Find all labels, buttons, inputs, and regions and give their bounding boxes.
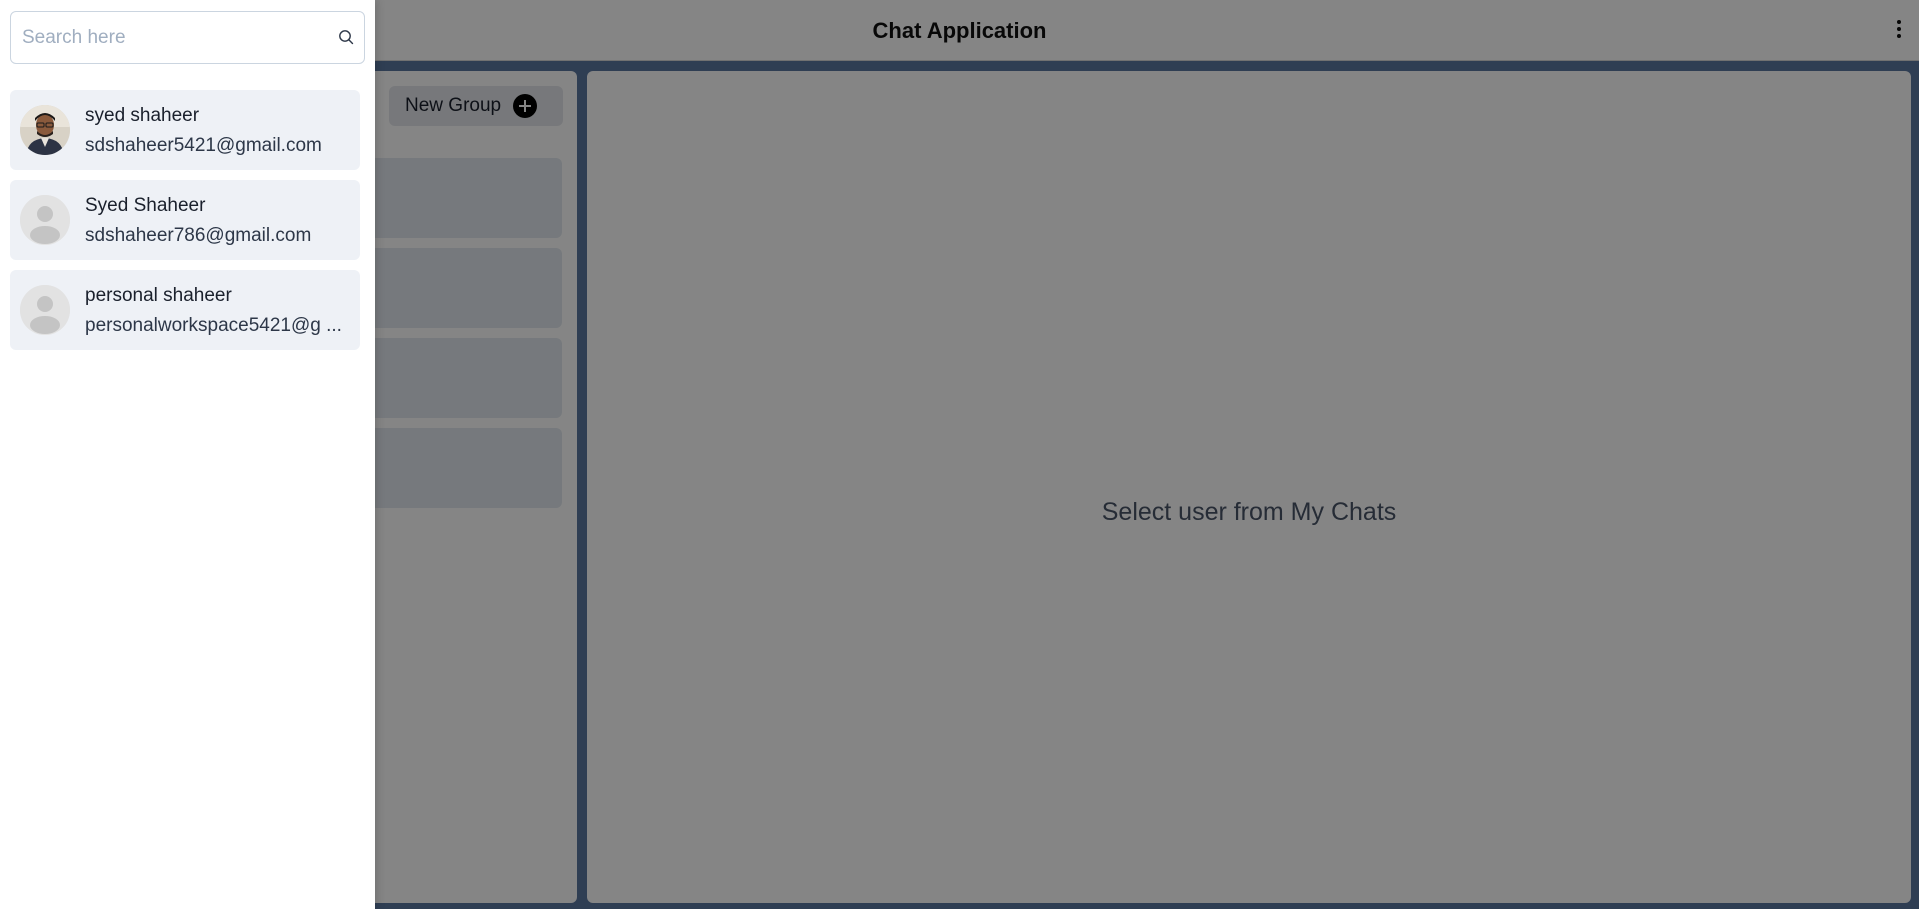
- user-name: personal shaheer: [85, 285, 232, 306]
- chat-app: Chat Application New Group Select user f…: [0, 0, 1919, 909]
- user-result-item[interactable]: personal shaheer personalworkspace5421@g…: [10, 270, 360, 350]
- search-box: [10, 11, 365, 64]
- user-email: personalworkspace5421@g ...: [85, 315, 342, 336]
- search-icon[interactable]: [338, 29, 354, 45]
- user-name: syed shaheer: [85, 105, 200, 126]
- default-user-icon: [20, 285, 70, 335]
- default-user-icon: [20, 195, 70, 245]
- user-result-item[interactable]: syed shaheer sdshaheer5421@gmail.com: [10, 90, 360, 170]
- search-input[interactable]: [11, 12, 321, 63]
- user-result-item[interactable]: Syed Shaheer sdshaheer786@gmail.com: [10, 180, 360, 260]
- user-avatar-photo: [20, 105, 70, 155]
- user-email: sdshaheer786@gmail.com: [85, 225, 312, 246]
- search-drawer: syed shaheer sdshaheer5421@gmail.com Sye…: [0, 0, 375, 909]
- user-name: Syed Shaheer: [85, 195, 206, 216]
- user-email: sdshaheer5421@gmail.com: [85, 135, 322, 156]
